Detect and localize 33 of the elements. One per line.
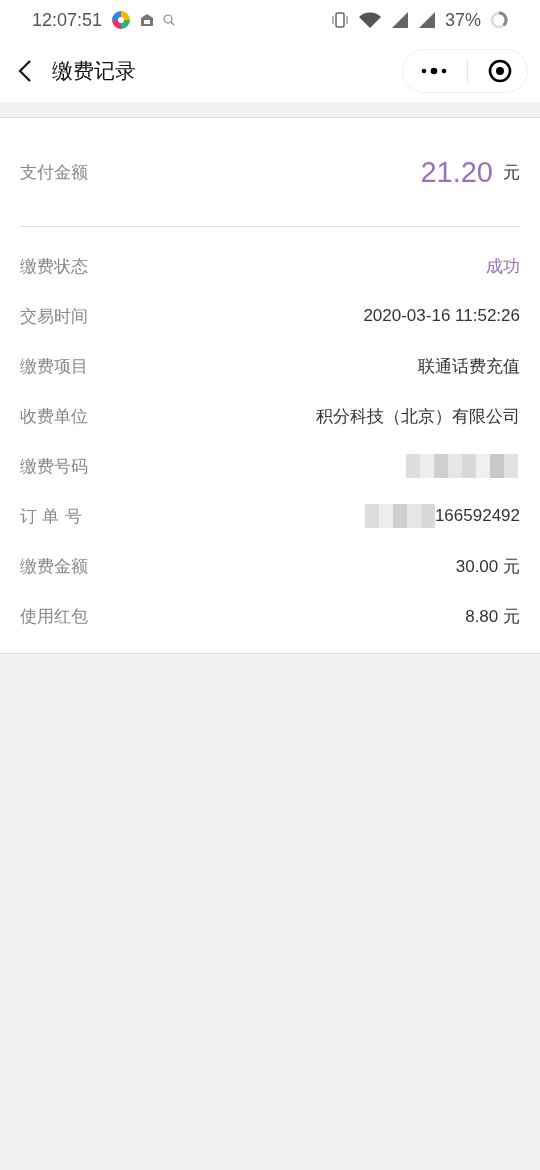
- signal-icon: [390, 11, 409, 29]
- field-value: 联通话费充值: [418, 355, 520, 378]
- signal-icon: [417, 11, 436, 29]
- field-value: 2020-03-16 11:52:26: [363, 306, 520, 326]
- search-icon: [163, 14, 176, 26]
- wifi-icon: [357, 11, 382, 29]
- field-value: 30.00 元: [455, 555, 520, 578]
- field-value: 积分科技（北京）有限公司: [316, 405, 520, 428]
- vibrate-icon: [330, 11, 349, 29]
- store-icon: [140, 13, 155, 27]
- amount-value: 21.20: [420, 155, 493, 189]
- field-label: 交易时间: [20, 304, 88, 328]
- field-label: 收费单位: [20, 404, 88, 428]
- field-value: 8.80 元: [465, 605, 520, 628]
- field-label: 订 单 号: [20, 504, 82, 528]
- back-icon[interactable]: [18, 59, 32, 83]
- status-time: 12:07:51: [32, 9, 103, 31]
- battery-ring-icon: [490, 11, 508, 29]
- field-label: 缴费项目: [20, 354, 88, 378]
- more-icon[interactable]: [421, 67, 447, 75]
- field-value: 166592492: [434, 506, 520, 526]
- page-title: 缴费记录: [52, 58, 136, 85]
- close-icon[interactable]: [488, 59, 512, 83]
- field-label: 缴费金额: [20, 554, 88, 578]
- amount-label: 支付金额: [20, 160, 88, 184]
- field-label: 使用红包: [20, 604, 88, 628]
- field-label: 缴费号码: [20, 454, 88, 478]
- redaction-mosaic: [364, 504, 435, 528]
- app-logo-icon: [111, 10, 132, 30]
- amount-unit: 元: [503, 160, 520, 184]
- battery-percent: 37%: [444, 9, 481, 31]
- status-value: 成功: [486, 255, 520, 278]
- field-label: 缴费状态: [20, 254, 88, 278]
